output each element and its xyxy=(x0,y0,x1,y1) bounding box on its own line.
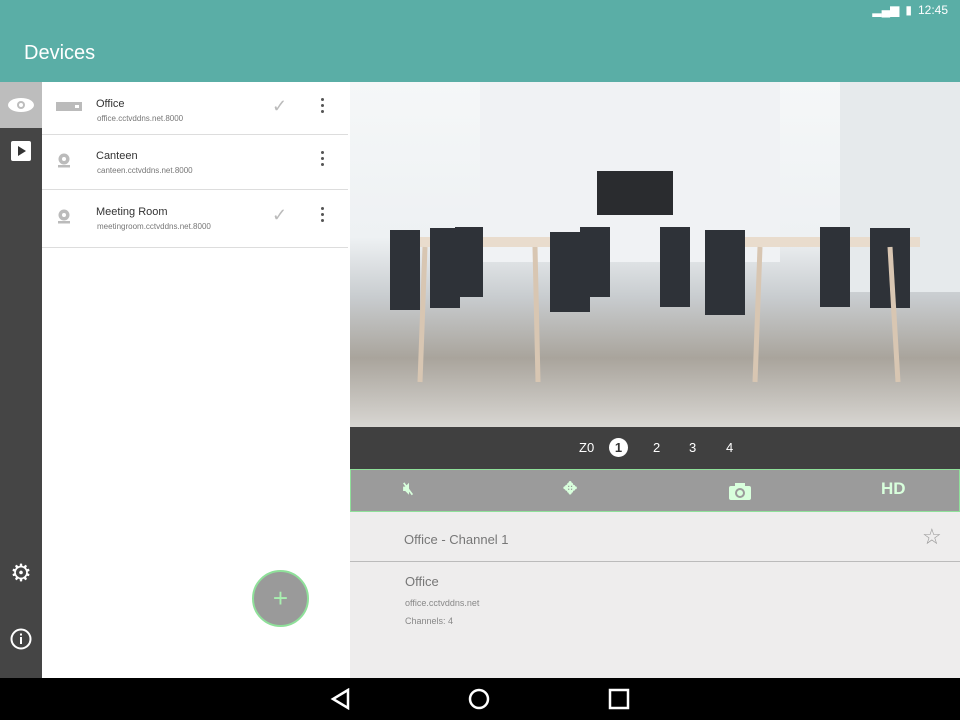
settings-icon: ⚙ xyxy=(10,559,32,587)
device-row-canteen[interactable]: Canteen canteen.cctvddns.net.8000 xyxy=(42,135,348,190)
device-host: canteen.cctvddns.net.8000 xyxy=(97,166,193,175)
dvr-icon xyxy=(56,102,82,111)
channel-title: Office - Channel 1 xyxy=(404,532,509,547)
channel-header: Office - Channel 1 ☆ xyxy=(350,512,960,562)
video-frame xyxy=(390,82,960,383)
detail-device-name: Office xyxy=(405,574,439,589)
camera-snapshot-icon[interactable] xyxy=(729,483,751,500)
channel-3-button[interactable]: 3 xyxy=(689,440,696,455)
add-device-button[interactable]: + xyxy=(252,570,309,627)
video-toolbar: 🔇︎ ✥ HD xyxy=(350,469,960,512)
mute-icon[interactable]: 🔇︎ xyxy=(403,479,414,499)
clock: 12:45 xyxy=(917,3,948,17)
device-host: office.cctvddns.net.8000 xyxy=(97,114,184,123)
check-icon[interactable]: ✓ xyxy=(272,205,287,226)
info-icon xyxy=(10,628,32,650)
channel-2-button[interactable]: 2 xyxy=(653,440,660,455)
camera-icon xyxy=(58,153,70,168)
signal-icon: ▂▄▆ xyxy=(872,3,900,17)
device-host: meetingroom.cctvddns.net.8000 xyxy=(97,222,211,231)
recents-icon[interactable] xyxy=(608,688,630,710)
device-list: Office office.cctvddns.net.8000 ✓ Cantee… xyxy=(42,82,350,678)
channel-4-button[interactable]: 4 xyxy=(726,440,733,455)
side-rail: ⚙ xyxy=(0,82,42,678)
channel-1-button[interactable]: 1 xyxy=(609,438,628,457)
rail-playback[interactable] xyxy=(0,128,42,174)
more-icon[interactable] xyxy=(318,98,326,113)
more-icon[interactable] xyxy=(318,151,326,166)
star-icon[interactable]: ☆ xyxy=(922,524,942,550)
device-row-office[interactable]: Office office.cctvddns.net.8000 ✓ xyxy=(42,82,348,135)
rail-info[interactable] xyxy=(0,616,42,662)
more-icon[interactable] xyxy=(318,207,326,222)
check-icon[interactable]: ✓ xyxy=(272,96,287,117)
ptz-icon[interactable]: ✥ xyxy=(563,479,577,499)
home-icon[interactable] xyxy=(468,688,490,710)
zoom-level[interactable]: Z0 xyxy=(579,440,594,455)
page-title: Devices xyxy=(24,42,96,64)
device-row-meeting-room[interactable]: Meeting Room meetingroom.cctvddns.net.80… xyxy=(42,191,348,248)
detail-host: office.cctvddns.net xyxy=(405,598,480,608)
battery-icon: ▮ xyxy=(905,3,912,17)
device-name: Office xyxy=(96,98,125,110)
status-bar: ▂▄▆ ▮ 12:45 xyxy=(872,3,948,17)
camera-video-feed[interactable] xyxy=(350,82,960,427)
rail-live-view[interactable] xyxy=(0,82,42,128)
detail-channels: Channels: 4 xyxy=(405,616,454,626)
channel-selector: Z0 1 2 3 4 xyxy=(350,427,960,469)
navigation-bar xyxy=(0,678,960,720)
device-name: Meeting Room xyxy=(96,206,168,218)
rail-settings[interactable]: ⚙ xyxy=(0,550,42,596)
app-bar: ▂▄▆ ▮ 12:45 Devices xyxy=(0,0,960,82)
camera-icon xyxy=(58,209,70,224)
hd-button[interactable]: HD xyxy=(881,479,906,499)
device-name: Canteen xyxy=(96,150,138,162)
back-icon[interactable] xyxy=(330,688,350,710)
eye-icon xyxy=(8,98,34,112)
play-icon xyxy=(11,141,31,161)
